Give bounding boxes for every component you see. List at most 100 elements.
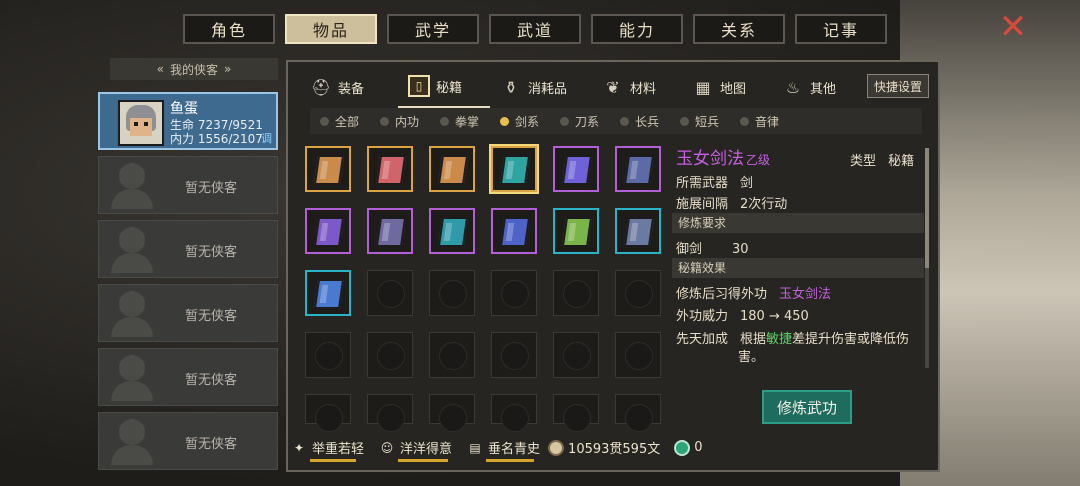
empty-hero-label: 暂无侠客: [185, 181, 238, 196]
empty-slot[interactable]: [367, 270, 413, 316]
tab-martial-arts[interactable]: 武学: [387, 14, 479, 44]
item-slot[interactable]: [615, 146, 661, 192]
hero-slot-empty[interactable]: 暂无侠客: [98, 156, 278, 214]
tab-items[interactable]: 物品: [285, 14, 377, 44]
filter-option[interactable]: 拳掌: [440, 113, 498, 130]
learn-label: 修炼后习得外功: [676, 287, 768, 302]
filter-option[interactable]: 短兵: [680, 113, 738, 130]
item-slot[interactable]: [429, 208, 475, 254]
tab-consumables-label: 消耗品: [528, 81, 568, 97]
empty-slot[interactable]: [553, 394, 599, 432]
radio-dot-icon: [680, 116, 689, 126]
chevron-left-icon[interactable]: «: [157, 62, 164, 76]
tab-abilities[interactable]: 能力: [591, 14, 683, 44]
filter-option[interactable]: 剑系: [500, 113, 558, 130]
filter-option[interactable]: 刀系: [560, 113, 618, 130]
manual-book-icon: [561, 155, 593, 185]
quick-settings-button[interactable]: 快捷设置: [867, 74, 929, 98]
filter-label: 内功: [395, 114, 420, 129]
empty-hero-label: 暂无侠客: [185, 245, 238, 260]
tab-other[interactable]: ♨ 其他: [772, 66, 852, 108]
innate-highlight: 敏捷: [766, 332, 793, 347]
empty-slot[interactable]: [615, 332, 661, 378]
empty-slot[interactable]: [367, 394, 413, 432]
item-title: 玉女剑法 乙级: [676, 144, 770, 169]
filter-option[interactable]: 长兵: [620, 113, 678, 130]
tab-manuals[interactable]: ▯ 秘籍: [398, 66, 490, 108]
empty-slot[interactable]: [615, 394, 661, 432]
tab-relations[interactable]: 关系: [693, 14, 785, 44]
item-slot[interactable]: [553, 146, 599, 192]
item-slot[interactable]: [305, 146, 351, 192]
map-icon: ▦: [695, 77, 711, 97]
interval-row: 施展间隔 2次行动: [676, 193, 787, 212]
book-icon: ▯: [408, 75, 430, 97]
type-value: 秘籍: [888, 154, 915, 169]
scrollbar-thumb[interactable]: [925, 148, 929, 268]
empty-slot[interactable]: [367, 332, 413, 378]
item-type: 类型 秘籍: [850, 150, 914, 169]
empty-slot[interactable]: [491, 332, 537, 378]
hero-slot-empty[interactable]: 暂无侠客: [98, 284, 278, 342]
radio-dot-icon: [320, 116, 329, 126]
tab-character[interactable]: 角色: [183, 14, 275, 44]
empty-hero-label: 暂无侠客: [185, 437, 238, 452]
empty-slot[interactable]: [429, 394, 475, 432]
empty-slot[interactable]: [305, 332, 351, 378]
hero-slot-empty[interactable]: 暂无侠客: [98, 412, 278, 470]
train-button[interactable]: 修炼武功: [762, 390, 852, 424]
tab-maps-label: 地图: [720, 81, 747, 97]
empty-slot[interactable]: [491, 394, 537, 432]
item-slot[interactable]: [305, 208, 351, 254]
hero-mp: 内力 1556/2107: [170, 132, 263, 146]
mood-status: ☺ 洋洋得意: [378, 438, 452, 462]
tab-materials[interactable]: ❦ 材料: [592, 66, 682, 108]
filter-option[interactable]: 音律: [740, 113, 798, 130]
filter-label: 全部: [335, 114, 360, 129]
silhouette-icon: [107, 291, 167, 337]
item-slot[interactable]: [491, 208, 537, 254]
item-name: 玉女剑法: [676, 149, 744, 169]
hero-card-active[interactable]: 鱼蛋 生命 7237/9521 内力 1556/2107 调: [98, 92, 278, 150]
potion-icon: ⚱: [504, 77, 518, 97]
tab-consumables[interactable]: ⚱ 消耗品: [490, 66, 592, 108]
tab-equipment[interactable]: ⛑ 装备: [300, 66, 398, 108]
hero-slot-empty[interactable]: 暂无侠客: [98, 220, 278, 278]
empty-slot[interactable]: [491, 270, 537, 316]
silhouette-icon: [107, 163, 167, 209]
item-slot[interactable]: [305, 270, 351, 316]
tab-maps[interactable]: ▦ 地图: [682, 66, 772, 108]
empty-slot[interactable]: [429, 332, 475, 378]
jade-label: 0: [694, 440, 703, 455]
empty-slot[interactable]: [553, 332, 599, 378]
detail-scrollbar[interactable]: [925, 148, 929, 368]
interval-label: 施展间隔: [676, 197, 729, 212]
item-slot[interactable]: [429, 146, 475, 192]
filter-label: 音律: [755, 114, 780, 129]
hero-slot-empty[interactable]: 暂无侠客: [98, 348, 278, 406]
learn-row: 修炼后习得外功 玉女剑法: [676, 283, 831, 302]
silhouette-icon: [107, 227, 167, 273]
item-slot[interactable]: [367, 208, 413, 254]
innate-label: 先天加成: [676, 332, 729, 347]
empty-slot[interactable]: [615, 270, 661, 316]
chevron-right-icon[interactable]: »: [224, 62, 231, 76]
filter-option[interactable]: 全部: [320, 113, 378, 130]
innate-text-post: 差提升伤害或降低伤: [792, 332, 910, 347]
jade-status: 0: [674, 439, 703, 456]
power-label: 外功威力: [676, 309, 729, 324]
item-slot[interactable]: [615, 208, 661, 254]
tab-journal[interactable]: 记事: [795, 14, 887, 44]
empty-slot[interactable]: [305, 394, 351, 432]
filter-option[interactable]: 内功: [380, 113, 438, 130]
adjust-button[interactable]: 调: [261, 130, 272, 146]
item-slot[interactable]: [491, 146, 537, 192]
item-slot[interactable]: [553, 208, 599, 254]
close-icon[interactable]: ✕: [996, 10, 1030, 44]
requirement-label: 御剑: [676, 242, 703, 257]
tab-martial-way[interactable]: 武道: [489, 14, 581, 44]
fame-bar: [486, 459, 535, 462]
empty-slot[interactable]: [429, 270, 475, 316]
empty-slot[interactable]: [553, 270, 599, 316]
item-slot[interactable]: [367, 146, 413, 192]
